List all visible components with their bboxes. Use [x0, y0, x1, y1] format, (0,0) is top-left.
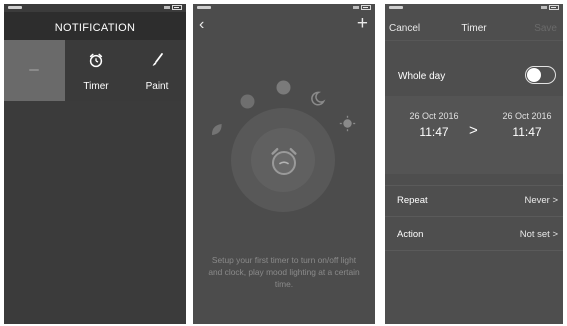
sun-icon — [339, 115, 356, 132]
brush-icon — [131, 52, 183, 68]
signal-icon — [164, 6, 170, 9]
notification-screen: NOTIFICATION Timer Paint — [4, 4, 186, 324]
repeat-value: Never > — [524, 195, 558, 206]
battery-icon — [549, 5, 559, 10]
carrier-indicator — [389, 6, 403, 9]
moon-icon — [309, 90, 326, 107]
page-title: NOTIFICATION — [54, 22, 136, 34]
minus-icon — [29, 69, 39, 71]
alarm-clock-icon — [67, 52, 125, 68]
tile-label: Paint — [145, 81, 169, 92]
tile-paint[interactable]: Paint — [131, 40, 183, 101]
start-time: 11:47 — [419, 125, 449, 139]
timer-edit-screen: Cancel Timer Save Whole day 26 Oct 2016 … — [385, 4, 563, 324]
timer-empty-screen: ‹ + Setup your first timer to turn on/of… — [193, 4, 375, 324]
alarm-clock-icon — [275, 79, 292, 96]
start-datetime[interactable]: 26 Oct 2016 11:47 — [399, 111, 469, 139]
battery-icon — [361, 5, 371, 10]
end-time: 11:47 — [512, 125, 542, 139]
repeat-row[interactable]: Repeat Never > — [385, 189, 563, 213]
action-row[interactable]: Action Not set > — [385, 223, 563, 247]
carrier-indicator — [8, 6, 22, 9]
toggle-knob — [527, 68, 541, 82]
circle-icon — [239, 93, 256, 110]
signal-icon — [353, 6, 359, 9]
date-range-panel: 26 Oct 2016 11:47 > 26 Oct 2016 11:47 — [385, 96, 563, 174]
signal-icon — [541, 6, 547, 9]
start-date: 26 Oct 2016 — [409, 111, 459, 121]
action-value: Not set > — [519, 229, 558, 240]
status-bar — [193, 4, 375, 12]
carrier-indicator — [197, 6, 211, 9]
end-date: 26 Oct 2016 — [502, 111, 552, 121]
whole-day-row: Whole day — [385, 63, 563, 91]
tile-label: Timer — [83, 81, 109, 92]
divider — [385, 250, 563, 251]
save-button[interactable]: Save — [534, 23, 557, 34]
tile-selected[interactable] — [4, 40, 65, 101]
tile-timer[interactable]: Timer — [67, 40, 125, 101]
chevron-left-icon[interactable]: ‹ — [199, 17, 204, 33]
leaf-icon — [208, 121, 225, 138]
end-datetime[interactable]: 26 Oct 2016 11:47 — [492, 111, 562, 139]
battery-icon — [172, 5, 182, 10]
range-arrow-icon: > — [469, 122, 478, 139]
empty-state-hint: Setup your first timer to turn on/off li… — [208, 255, 360, 289]
whole-day-label: Whole day — [398, 71, 446, 82]
repeat-label: Repeat — [397, 195, 428, 206]
status-bar — [385, 4, 563, 12]
divider — [385, 40, 563, 41]
whole-day-toggle[interactable] — [525, 66, 556, 84]
divider — [385, 185, 563, 186]
plus-icon[interactable]: + — [357, 14, 368, 33]
divider — [385, 216, 563, 217]
action-label: Action — [397, 229, 424, 240]
alarm-clock-icon — [267, 144, 301, 178]
status-bar — [4, 4, 186, 12]
